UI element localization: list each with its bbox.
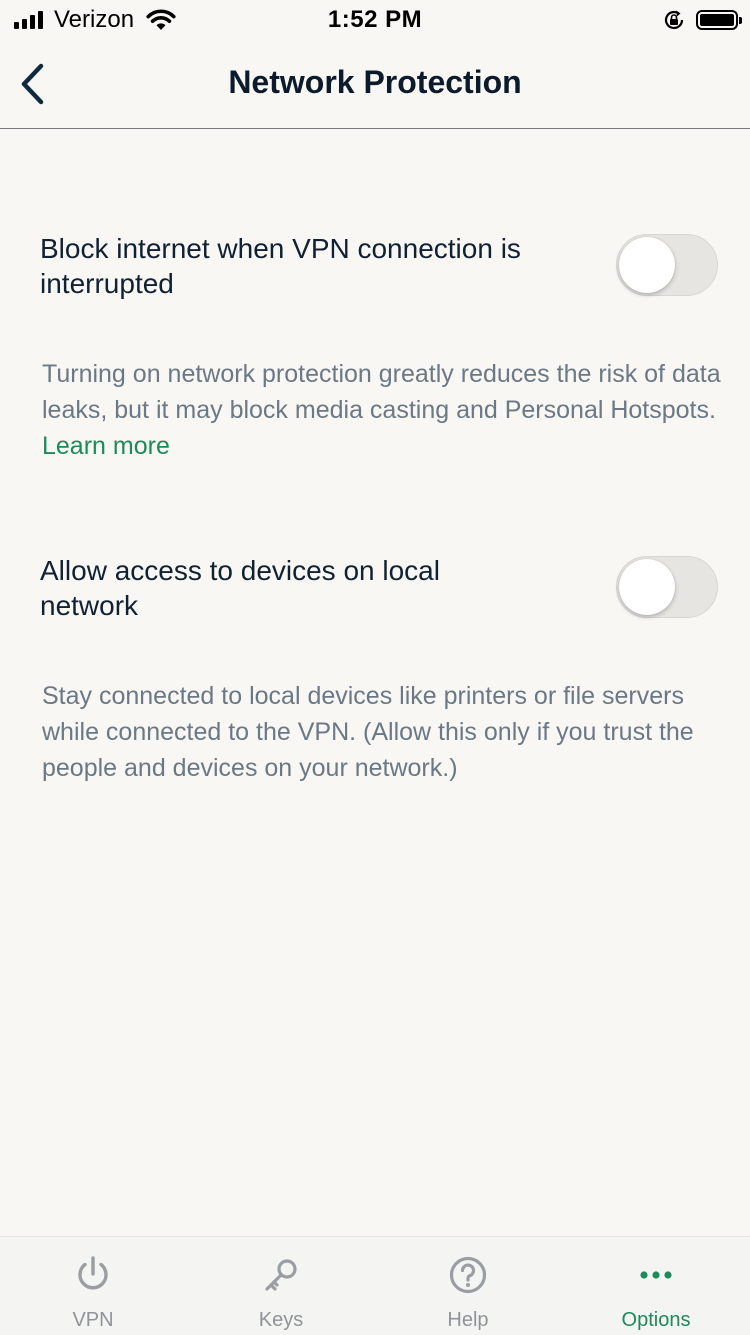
status-bar: Verizon 1:52 PM — [0, 0, 750, 40]
toggle-knob — [619, 237, 675, 293]
toggle-knob — [619, 559, 675, 615]
tab-bar: VPN Keys Help Options — [0, 1236, 750, 1335]
tab-options[interactable]: Options — [576, 1237, 736, 1335]
tab-label: Options — [621, 1309, 691, 1331]
learn-more-link[interactable]: Learn more — [42, 432, 170, 460]
help-icon — [449, 1256, 487, 1294]
status-right — [662, 8, 742, 32]
tab-label: Keys — [258, 1309, 304, 1331]
setting-description: Turning on network protection greatly re… — [42, 356, 722, 464]
battery-icon — [696, 10, 742, 30]
rotation-lock-icon — [664, 10, 684, 30]
tab-label: Help — [447, 1309, 489, 1331]
more-icon — [640, 1271, 672, 1279]
tab-help[interactable]: Help — [388, 1237, 548, 1335]
page-title: Network Protection — [228, 64, 522, 100]
local-network-toggle[interactable] — [616, 556, 718, 618]
setting-label: Allow access to devices on local network — [40, 555, 440, 621]
setting-local-network: Allow access to devices on local network… — [40, 553, 720, 793]
nav-header: Network Protection — [0, 40, 750, 129]
setting-label: Block internet when VPN connection is in… — [40, 233, 521, 299]
tab-vpn[interactable]: VPN — [13, 1237, 173, 1335]
tab-label: VPN — [72, 1309, 114, 1331]
setting-description: Stay connected to local devices like pri… — [42, 682, 694, 782]
description-text: Turning on network protection greatly re… — [42, 360, 721, 424]
key-icon — [265, 1259, 297, 1291]
status-time: 1:52 PM — [327, 6, 423, 33]
block-internet-toggle[interactable] — [616, 234, 718, 296]
tab-keys[interactable]: Keys — [201, 1237, 361, 1335]
setting-network-protection: Block internet when VPN connection is in… — [40, 231, 722, 471]
power-icon — [78, 1256, 108, 1290]
